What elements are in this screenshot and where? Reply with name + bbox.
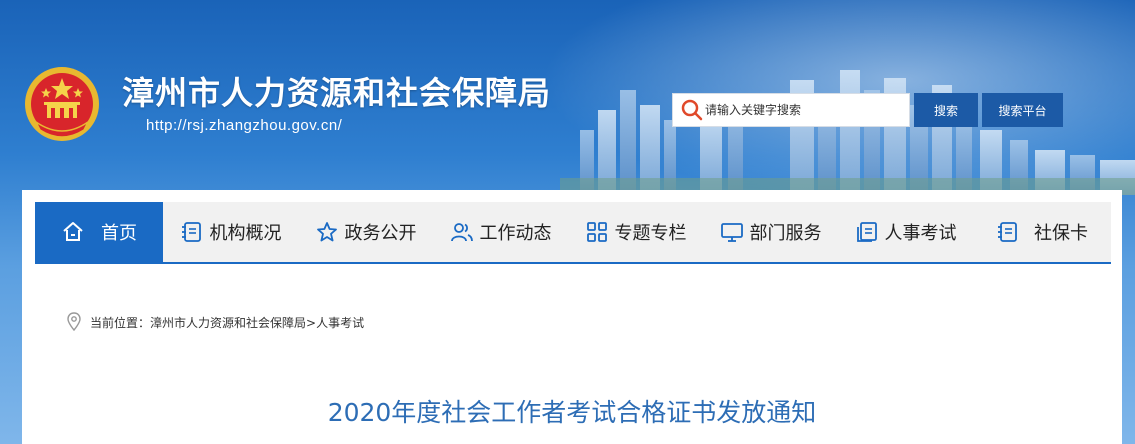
nav-item-label: 机构概况 — [209, 223, 282, 244]
monitor-icon — [720, 223, 743, 242]
nav-item-government-affairs[interactable]: 政务公开 — [298, 202, 433, 262]
breadcrumb-prefix: 当前位置： — [90, 315, 151, 330]
star-icon — [316, 222, 337, 242]
nav-item-home[interactable]: 首页 — [35, 202, 163, 262]
document-list-icon — [181, 222, 201, 242]
national-emblem-icon — [25, 67, 99, 141]
nav-item-label: 首页 — [101, 223, 137, 244]
search-box — [672, 93, 910, 127]
search-platform-button[interactable]: 搜索平台 — [982, 93, 1063, 127]
file-icon — [856, 222, 877, 242]
nav-item-organization[interactable]: 机构概况 — [163, 202, 298, 262]
location-pin-icon — [67, 312, 81, 332]
breadcrumb-separator: > — [306, 315, 317, 330]
article-title: 2020年度社会工作者考试合格证书发放通知 — [327, 398, 817, 427]
city-skyline-image — [560, 70, 1135, 195]
breadcrumb: 当前位置：漳州市人力资源和社会保障局>人事考试 — [66, 312, 364, 332]
nav-item-label: 工作动态 — [479, 223, 552, 244]
document-list-icon — [998, 222, 1017, 242]
search-icon — [681, 99, 703, 121]
nav-item-work-news[interactable]: 工作动态 — [433, 202, 568, 262]
grid-icon — [586, 222, 607, 242]
nav-item-label: 政务公开 — [344, 223, 417, 244]
site-title: 漳州市人力资源和社会保障局 — [122, 74, 552, 112]
nav-item-label: 社保卡 — [1034, 223, 1088, 244]
nav-item-label: 专题专栏 — [614, 223, 687, 244]
search-button[interactable]: 搜索 — [914, 93, 978, 127]
breadcrumb-link-home[interactable]: 漳州市人力资源和社会保障局 — [150, 316, 306, 330]
site-url: http://rsj.zhangzhou.gov.cn/ — [146, 117, 343, 134]
nav-item-label: 人事考试 — [884, 223, 957, 244]
nav-item-label: 部门服务 — [749, 223, 822, 244]
breadcrumb-link-exams[interactable]: 人事考试 — [316, 316, 364, 330]
users-icon — [450, 223, 473, 242]
nav-item-special-topics[interactable]: 专题专栏 — [568, 202, 703, 262]
nav-item-department-services[interactable]: 部门服务 — [703, 202, 838, 262]
search-input[interactable] — [705, 95, 905, 125]
nav-item-social-security-card[interactable]: 社保卡 — [973, 202, 1111, 262]
nav-item-personnel-exams[interactable]: 人事考试 — [838, 202, 973, 262]
content-panel: 首页 机构概况 政务公开 工作动态 专题专栏 部门服务 人事考试 社保卡 当前位… — [22, 190, 1122, 444]
home-icon — [63, 222, 83, 241]
main-nav: 首页 机构概况 政务公开 工作动态 专题专栏 部门服务 人事考试 社保卡 — [35, 202, 1111, 264]
